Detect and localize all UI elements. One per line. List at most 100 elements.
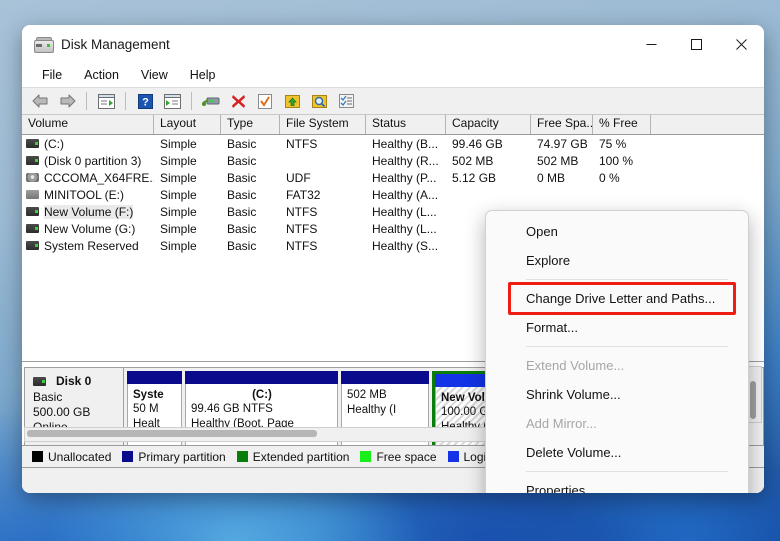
cell-status: Healthy (B... [372, 136, 439, 151]
volume-icon [26, 207, 39, 216]
menu-item-properties[interactable]: Properties [486, 476, 748, 493]
menu-view[interactable]: View [131, 66, 178, 84]
volume-label: (Disk 0 partition 3) [44, 153, 142, 168]
menu-item-change-drive-letter-and-paths[interactable]: Change Drive Letter and Paths... [486, 282, 748, 315]
disk-management-window: Disk Management File Action View Help ? … [22, 25, 764, 493]
cell-layout: Simple [160, 187, 197, 202]
svg-text:?: ? [142, 96, 149, 108]
cell-volume: New Volume (G:) [22, 222, 154, 236]
cell-file-system: NTFS [286, 238, 318, 253]
cell-status: Healthy (L... [372, 204, 437, 219]
cell-type: Basic [227, 204, 257, 219]
legend-item: Primary partition [122, 449, 226, 464]
legend-swatch [122, 451, 134, 462]
column-header-blank[interactable] [651, 115, 711, 134]
column-header--free[interactable]: % Free [593, 115, 651, 134]
legend-swatch [236, 451, 248, 462]
column-header-layout[interactable]: Layout [154, 115, 221, 134]
cell-volume: MINITOOL (E:) [22, 188, 154, 202]
column-header-capacity[interactable]: Capacity [446, 115, 531, 134]
menu-separator [526, 279, 728, 280]
table-row[interactable]: MINITOOL (E:) Simple Basic FAT32 Healthy (A.… [22, 186, 764, 203]
window-controls [629, 25, 764, 63]
table-row[interactable]: (C:) Simple Basic NTFS Healthy (B... 99.46 GB… [22, 135, 764, 152]
cell-free-spa: 0 MB [537, 170, 566, 185]
minimize-button[interactable] [629, 25, 674, 63]
cell-volume: (Disk 0 partition 3) [22, 154, 154, 168]
cell-layout: Simple [160, 238, 197, 253]
cell-type: Basic [227, 153, 257, 168]
toolbar-separator [191, 92, 192, 110]
partition-size: 502 MB [347, 389, 387, 401]
legend-item: Unallocated [32, 450, 111, 464]
properties-icon[interactable] [199, 90, 223, 112]
rescan-disks-icon[interactable] [253, 90, 277, 112]
partition-size: 99.46 GB NTFS [191, 403, 273, 415]
cell-status: Healthy (L... [372, 221, 437, 236]
cell-layout: Simple [160, 204, 197, 219]
menu-bar: File Action View Help [22, 63, 764, 87]
cell-type: Basic [227, 221, 257, 236]
menu-file[interactable]: File [32, 66, 72, 84]
menu-action[interactable]: Action [74, 66, 129, 84]
cell--free: 0 % [599, 170, 620, 185]
scrollbar-thumb[interactable] [27, 430, 317, 437]
partition-color-bar [185, 371, 338, 384]
cell--free: 75 % [599, 136, 627, 151]
cell-layout: Simple [160, 221, 197, 236]
menu-help[interactable]: Help [180, 66, 226, 84]
show-hide-console-tree-icon[interactable] [94, 90, 118, 112]
scrollbar-thumb[interactable] [750, 381, 756, 419]
table-row[interactable]: (Disk 0 partition 3) Simple Basic Healthy (… [22, 152, 764, 169]
help-icon[interactable]: ? [133, 90, 157, 112]
partition-name: Syste [133, 389, 164, 401]
create-vhd-icon[interactable] [280, 90, 304, 112]
table-row[interactable]: CCCOMA_X64FRE... Simple Basic UDF Healthy (P… [22, 169, 764, 186]
cell-volume: System Reserved [22, 239, 154, 253]
legend-label: Unallocated [48, 449, 112, 464]
volume-label: System Reserved [44, 238, 139, 253]
cell-file-system: FAT32 [286, 187, 321, 202]
window-title: Disk Management [61, 36, 170, 52]
menu-item-format[interactable]: Format... [486, 313, 748, 342]
volume-icon [26, 156, 39, 165]
volume-label: New Volume (F:) [44, 204, 134, 219]
volume-label: New Volume (G:) [44, 221, 136, 236]
disk-type: Basic [33, 390, 63, 404]
column-header-status[interactable]: Status [366, 115, 446, 134]
menu-item-shrink-volume[interactable]: Shrink Volume... [486, 380, 748, 409]
cell-volume: New Volume (F:) [22, 204, 154, 219]
column-header-volume[interactable]: Volume [22, 115, 154, 134]
options-icon[interactable] [334, 90, 358, 112]
legend-label: Free space [376, 449, 437, 464]
menu-item-explore[interactable]: Explore [486, 246, 748, 275]
legend-label: Extended partition [252, 449, 350, 464]
forward-arrow-icon[interactable] [55, 90, 79, 112]
volume-list-header: Volume Layout Type File System Status Capacit… [22, 115, 764, 135]
cell-status: Healthy (P... [372, 170, 437, 185]
menu-item-open[interactable]: Open [486, 217, 748, 246]
column-header-free-spa[interactable]: Free Spa... [531, 115, 593, 134]
legend-item: Extended partition [236, 449, 350, 464]
cell-layout: Simple [160, 136, 197, 151]
toolbar: ? [22, 87, 764, 115]
close-button[interactable] [719, 25, 764, 63]
delete-icon[interactable] [226, 90, 250, 112]
legend-label: Primary partition [138, 449, 226, 464]
show-hide-action-pane-icon[interactable] [160, 90, 184, 112]
toolbar-separator [86, 92, 87, 110]
attach-vhd-icon[interactable] [307, 90, 331, 112]
back-arrow-icon[interactable] [28, 90, 52, 112]
column-header-file-system[interactable]: File System [280, 115, 366, 134]
partition-color-bar [341, 371, 429, 384]
cell-capacity: 5.12 GB [452, 170, 497, 185]
menu-item-delete-volume[interactable]: Delete Volume... [486, 438, 748, 467]
cell-type: Basic [227, 187, 257, 202]
maximize-button[interactable] [674, 25, 719, 63]
cell-free-spa: 74.97 GB [537, 136, 588, 151]
menu-item-add-mirror: Add Mirror... [526, 416, 597, 431]
volume-label: (C:) [44, 136, 64, 151]
cell-volume: (C:) [22, 137, 154, 151]
partition-size: 50 M [133, 403, 159, 415]
column-header-type[interactable]: Type [221, 115, 280, 134]
